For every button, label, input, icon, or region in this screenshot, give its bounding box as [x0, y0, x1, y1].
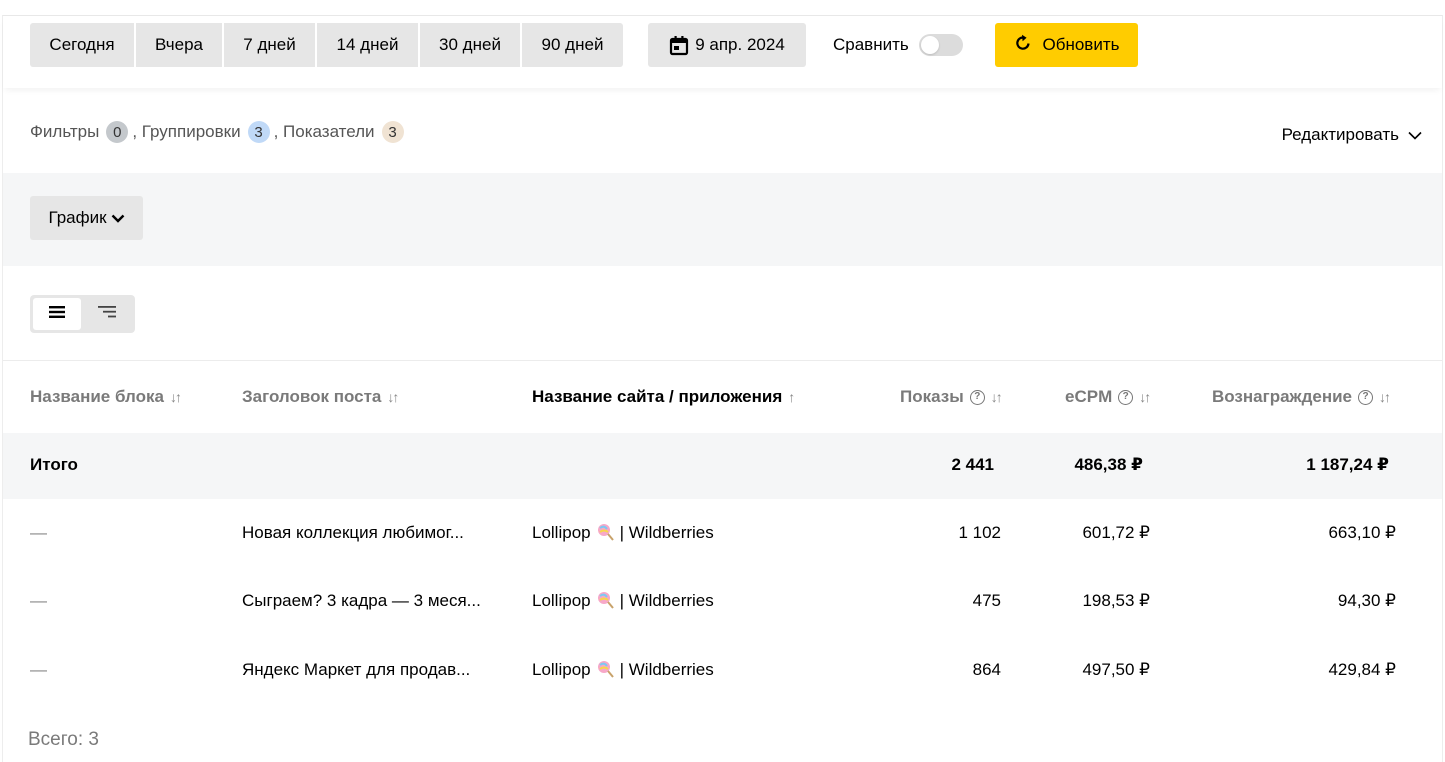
settings-summary: Фильтры 0 , Группировки 3 , Показатели 3	[30, 120, 404, 144]
block-name-cell: —	[30, 591, 47, 610]
list-icon	[49, 304, 65, 324]
site-name-part: | Wildberries	[619, 591, 714, 610]
lollipop-icon	[596, 591, 614, 609]
compare-control: Сравнить	[833, 23, 963, 67]
lollipop-icon	[596, 523, 614, 541]
ecpm-cell: 198,53 ₽	[1082, 591, 1150, 610]
period-yesterday-button[interactable]: Вчера	[136, 23, 222, 67]
post-title-cell: Новая коллекция любимог...	[242, 523, 464, 542]
column-header-reward[interactable]: Вознаграждение ? ↓↑	[1212, 386, 1391, 408]
toggle-knob	[920, 36, 939, 54]
total-ecpm: 486,38 ₽	[1074, 455, 1143, 474]
column-header-post-title[interactable]: Заголовок поста ↓↑	[242, 386, 399, 408]
column-label: Показы	[900, 387, 964, 406]
sort-icon: ↓↑	[169, 389, 182, 405]
ecpm-cell: 601,72 ₽	[1082, 523, 1150, 542]
filters-link[interactable]: Фильтры	[30, 122, 99, 142]
column-label: Название сайта / приложения	[532, 387, 783, 406]
column-label: eCPM	[1065, 387, 1113, 406]
sort-icon: ↓↑	[1139, 389, 1151, 405]
total-label: Итого	[30, 455, 78, 474]
site-name-part: Lollipop	[532, 591, 591, 610]
reward-cell: 663,10 ₽	[1328, 523, 1396, 542]
help-icon[interactable]: ?	[1358, 389, 1374, 405]
total-row: Итого 2 441 486,38 ₽ 1 187,24 ₽	[3, 433, 1442, 499]
site-name-cell: Lollipop | Wildberries	[532, 660, 714, 680]
list-view-button[interactable]	[33, 298, 81, 330]
chevron-down-icon	[111, 208, 125, 228]
groupings-count-badge: 3	[247, 121, 270, 143]
sort-icon: ↓↑	[1379, 389, 1391, 405]
block-name-cell: —	[30, 523, 47, 542]
shows-cell: 864	[972, 660, 1001, 679]
column-header-shows[interactable]: Показы ? ↓↑	[900, 386, 1003, 408]
total-shows: 2 441	[951, 455, 994, 474]
period-today-button[interactable]: Сегодня	[30, 23, 134, 67]
sort-asc-icon: ↑	[788, 389, 795, 405]
site-name-part: | Wildberries	[619, 660, 714, 679]
post-title-cell: Яндекс Маркет для продав...	[242, 660, 471, 679]
divider	[3, 360, 1442, 361]
help-icon[interactable]: ?	[1118, 389, 1134, 405]
groupings-link[interactable]: , Группировки	[132, 122, 240, 142]
column-header-block-name[interactable]: Название блока ↓↑	[30, 386, 182, 408]
metrics-count-badge: 3	[381, 121, 404, 143]
reward-cell: 429,84 ₽	[1328, 660, 1396, 679]
refresh-icon	[1014, 34, 1032, 57]
tree-icon	[98, 304, 116, 324]
site-name-part: | Wildberries	[619, 523, 714, 542]
compare-toggle[interactable]	[918, 34, 963, 56]
reward-cell: 94,30 ₽	[1337, 591, 1396, 610]
lollipop-icon	[596, 660, 614, 678]
column-header-site-name[interactable]: Название сайта / приложения ↑	[532, 386, 795, 408]
site-name-cell: Lollipop | Wildberries	[532, 591, 714, 611]
column-label: Название блока	[30, 387, 164, 406]
rows-total-count: Всего: 3	[28, 729, 99, 750]
period-selector: Сегодня Вчера 7 дней 14 дней 30 дней 90 …	[30, 23, 623, 67]
tree-view-button[interactable]	[83, 298, 131, 330]
edit-button[interactable]: Редактировать	[1282, 124, 1422, 146]
block-name-cell: —	[30, 660, 47, 679]
edit-label: Редактировать	[1281, 125, 1399, 144]
refresh-button[interactable]: Обновить	[995, 23, 1138, 67]
help-icon[interactable]: ?	[969, 389, 985, 405]
chart-section: График	[3, 173, 1442, 266]
site-name-part: Lollipop	[532, 523, 591, 542]
column-label: Заголовок поста	[242, 387, 382, 406]
date-picker-button[interactable]: 9 апр. 2024	[648, 23, 806, 67]
shows-cell: 475	[972, 591, 1001, 610]
sort-icon: ↓↑	[387, 389, 399, 405]
site-name-cell: Lollipop | Wildberries	[532, 523, 714, 543]
filters-count-badge: 0	[106, 121, 129, 143]
column-header-ecpm[interactable]: eCPM ? ↓↑	[1065, 386, 1151, 408]
total-reward: 1 187,24 ₽	[1306, 455, 1389, 474]
post-title-cell: Сыграем? 3 кадра — 3 меся...	[242, 591, 481, 610]
period-30-days-button[interactable]: 30 дней	[420, 23, 520, 67]
metrics-link[interactable]: , Показатели	[274, 122, 375, 142]
shows-cell: 1 102	[958, 523, 1001, 542]
report-panel: Сегодня Вчера 7 дней 14 дней 30 дней 90 …	[2, 15, 1443, 762]
period-7-days-button[interactable]: 7 дней	[224, 23, 315, 67]
column-label: Вознаграждение	[1212, 387, 1353, 406]
date-label: 9 апр. 2024	[695, 35, 785, 54]
period-14-days-button[interactable]: 14 дней	[317, 23, 418, 67]
period-90-days-button[interactable]: 90 дней	[522, 23, 623, 67]
compare-label: Сравнить	[833, 35, 909, 54]
view-switch	[30, 295, 135, 333]
refresh-label: Обновить	[1042, 35, 1120, 54]
chart-toggle-button[interactable]: График	[30, 196, 143, 240]
chart-button-label: График	[48, 208, 107, 227]
toolbar: Сегодня Вчера 7 дней 14 дней 30 дней 90 …	[3, 16, 1442, 88]
calendar-icon	[669, 35, 689, 56]
chevron-down-icon	[1408, 125, 1422, 145]
ecpm-cell: 497,50 ₽	[1082, 660, 1150, 679]
sort-icon: ↓↑	[990, 389, 1003, 405]
site-name-part: Lollipop	[532, 660, 591, 679]
